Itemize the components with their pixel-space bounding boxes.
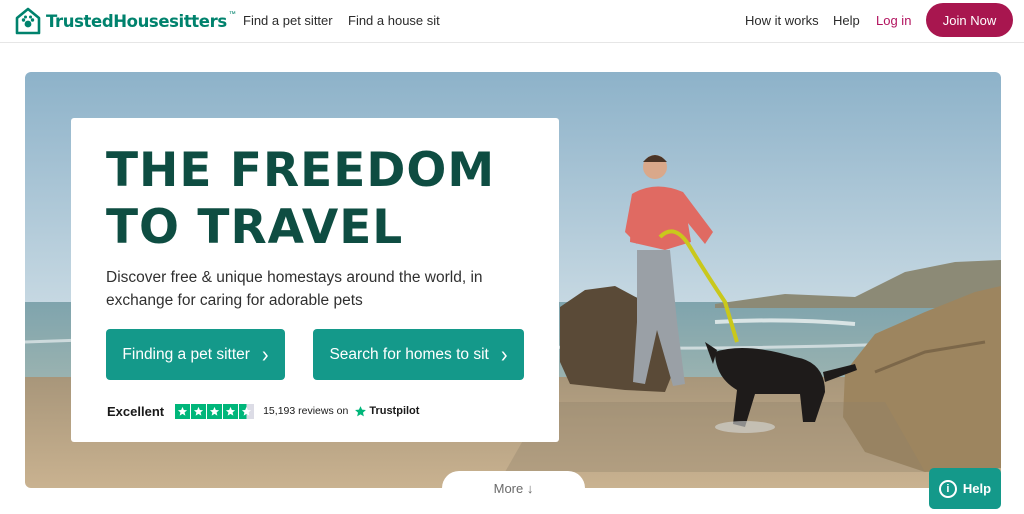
top-navigation-bar: TrustedHousesitters ™ Find a pet sitter … xyxy=(0,0,1024,43)
nav-help[interactable]: Help xyxy=(833,13,860,28)
trustpilot-rating-word: Excellent xyxy=(107,403,165,419)
help-widget-button[interactable]: i Help xyxy=(929,468,1001,509)
trustpilot-review-count: 15,193 reviews on xyxy=(263,405,349,417)
hero-headline: THE FREEDOM TO TRAVEL xyxy=(106,142,546,256)
house-paw-logo-icon xyxy=(15,7,41,35)
nav-how-it-works[interactable]: How it works xyxy=(745,13,819,28)
info-icon: i xyxy=(938,479,957,498)
trustpilot-widget[interactable]: Excellent 15,193 reviews on Trustpilot xyxy=(107,403,419,419)
hero-subtitle: Discover free & unique homestays around … xyxy=(106,269,483,309)
star-icon xyxy=(175,403,191,419)
more-scroll-button[interactable]: More ↓ xyxy=(442,471,585,505)
nav-log-in[interactable]: Log in xyxy=(876,13,911,28)
help-widget-label: Help xyxy=(962,481,992,496)
hero-headline-line-1: THE FREEDOM xyxy=(106,143,496,198)
logo[interactable]: TrustedHousesitters ™ xyxy=(14,6,236,36)
trustpilot-stars xyxy=(175,403,255,419)
nav-find-house-sit[interactable]: Find a house sit xyxy=(348,13,440,28)
star-icon xyxy=(191,403,207,419)
star-icon xyxy=(223,403,239,419)
hero-headline-line-2: TO TRAVEL xyxy=(106,200,404,255)
trademark-symbol: ™ xyxy=(228,11,236,18)
finding-pet-sitter-button[interactable]: Finding a pet sitter › xyxy=(106,329,285,380)
chevron-right-icon: › xyxy=(261,341,269,368)
hero-card: THE FREEDOM TO TRAVEL Discover free & un… xyxy=(71,118,559,442)
logo-wordmark: TrustedHousesitters xyxy=(46,11,227,31)
search-homes-to-sit-button[interactable]: Search for homes to sit › xyxy=(313,329,524,380)
hero-banner: THE FREEDOM TO TRAVEL Discover free & un… xyxy=(25,72,1001,488)
join-now-button[interactable]: Join Now xyxy=(926,3,1013,37)
star-icon xyxy=(207,403,223,419)
finding-pet-sitter-label: Finding a pet sitter xyxy=(122,345,250,363)
trustpilot-brand: Trustpilot xyxy=(369,405,420,417)
nav-find-pet-sitter[interactable]: Find a pet sitter xyxy=(243,13,333,28)
half-star-icon xyxy=(239,403,255,419)
trustpilot-star-icon xyxy=(355,405,367,416)
chevron-right-icon: › xyxy=(500,341,508,368)
search-homes-label: Search for homes to sit xyxy=(329,345,489,363)
